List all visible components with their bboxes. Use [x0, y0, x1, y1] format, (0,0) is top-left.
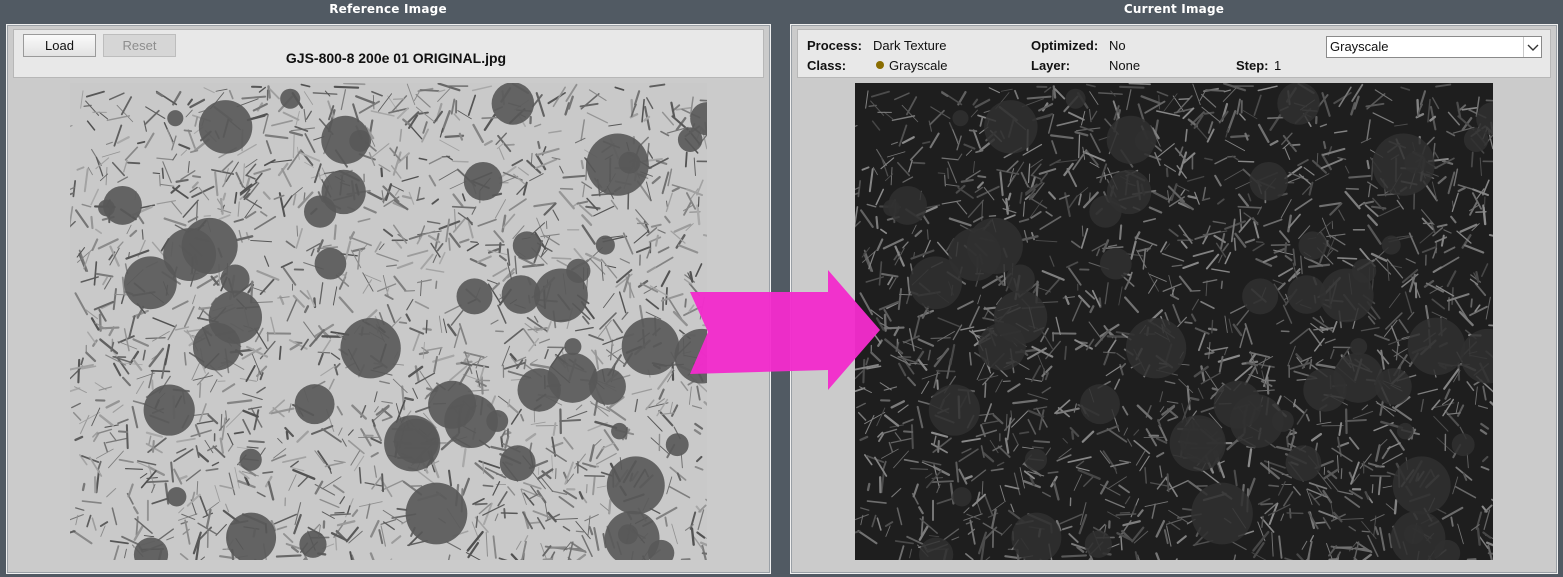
- optimized-value: No: [1109, 38, 1126, 53]
- reference-micrograph: [70, 83, 707, 560]
- class-label: Class:: [807, 58, 847, 73]
- step-label: Step:: [1236, 58, 1269, 73]
- current-panel: Process: Dark Texture Class: Grayscale O…: [790, 24, 1558, 574]
- class-value: Grayscale: [889, 58, 948, 73]
- current-info-bar: Process: Dark Texture Class: Grayscale O…: [797, 29, 1551, 78]
- current-panel-title: Current Image: [1123, 2, 1225, 16]
- chevron-down-icon[interactable]: [1523, 37, 1541, 57]
- reference-panel: Load Reset GJS-800-8 200e 01 ORIGINAL.jp…: [6, 24, 771, 574]
- view-mode-select[interactable]: Grayscale: [1326, 36, 1542, 58]
- step-value: 1: [1274, 58, 1282, 73]
- reference-toolbar: Load Reset GJS-800-8 200e 01 ORIGINAL.jp…: [13, 29, 764, 78]
- reference-panel-title: Reference Image: [329, 2, 447, 16]
- reference-image[interactable]: [70, 83, 707, 560]
- view-mode-value: Grayscale: [1330, 39, 1389, 54]
- reference-filename: GJS-800-8 200e 01 ORIGINAL.jpg: [285, 50, 507, 66]
- layer-label: Layer:: [1031, 58, 1071, 73]
- class-color-dot: [876, 61, 884, 69]
- class-value-wrap: Grayscale: [876, 58, 948, 73]
- current-image[interactable]: [855, 83, 1493, 560]
- optimized-label: Optimized:: [1031, 38, 1099, 53]
- layer-value: None: [1109, 58, 1141, 73]
- current-micrograph: [855, 83, 1493, 560]
- process-value: Dark Texture: [873, 38, 947, 53]
- process-label: Process:: [807, 38, 862, 53]
